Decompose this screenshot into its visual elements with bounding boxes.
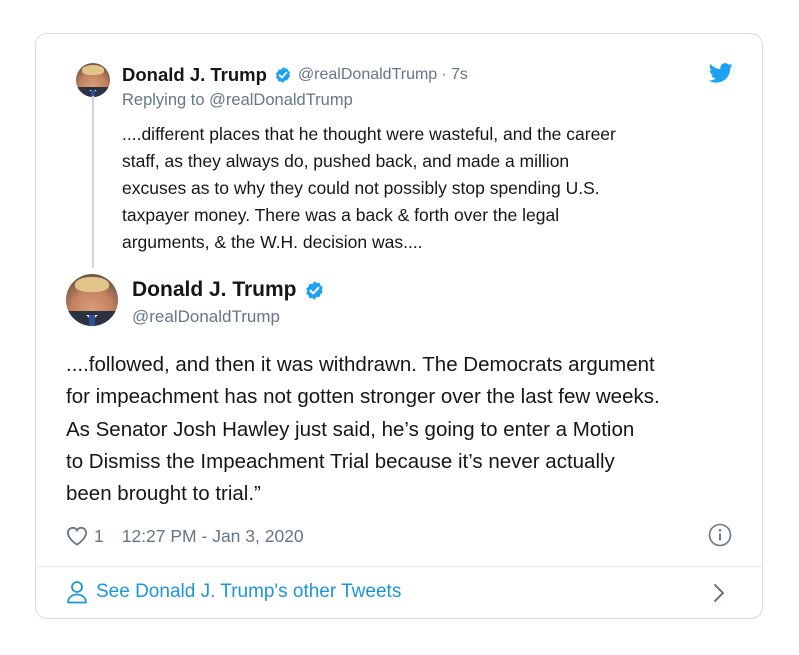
reply-tweet-text: ....different places that he thought wer… xyxy=(122,121,722,256)
verified-badge-icon xyxy=(304,280,325,301)
see-other-tweets-label[interactable]: See Donald J. Trump's other Tweets xyxy=(96,581,401,603)
main-tweet-text: ....followed, and then it was withdrawn.… xyxy=(66,349,756,510)
person-icon xyxy=(66,580,88,604)
replying-to-handle[interactable]: @realDonaldTrump xyxy=(209,91,353,109)
heart-icon[interactable] xyxy=(66,526,88,546)
reply-text-line: excuses as to why they could not possibl… xyxy=(122,178,600,198)
reply-text-line: arguments, & the W.H. decision was.... xyxy=(122,232,423,252)
info-icon[interactable] xyxy=(708,523,732,547)
chevron-right-icon[interactable] xyxy=(712,582,726,604)
replying-to-line: Replying to @realDonaldTrump xyxy=(122,91,353,110)
replying-to-prefix: Replying to xyxy=(122,91,205,109)
like-button[interactable]: 1 xyxy=(66,526,104,547)
reply-text-line: ....different places that he thought wer… xyxy=(122,124,616,144)
main-author-name[interactable]: Donald J. Trump xyxy=(132,278,297,302)
verified-badge-icon xyxy=(274,66,292,84)
main-text-line: for impeachment has not gotten stronger … xyxy=(66,385,660,409)
footer-divider xyxy=(36,566,762,567)
thread-connector-line xyxy=(92,96,94,268)
reply-author-avatar[interactable] xyxy=(76,63,110,97)
tweet-meta-row: 1 12:27 PM - Jan 3, 2020 xyxy=(66,524,304,548)
main-tweet-author: Donald J. Trump @realDonaldTrump xyxy=(132,277,325,327)
twitter-bird-icon[interactable] xyxy=(708,63,733,83)
main-author-handle[interactable]: @realDonaldTrump xyxy=(132,307,325,327)
main-text-line: As Senator Josh Hawley just said, he’s g… xyxy=(66,417,635,441)
main-text-line: ....followed, and then it was withdrawn.… xyxy=(66,353,655,376)
reply-time-ago[interactable]: · 7s xyxy=(441,66,468,84)
main-text-line: been brought to trial.” xyxy=(66,482,261,506)
main-text-line: to Dismiss the Impeachment Trial because… xyxy=(66,449,615,473)
main-author-avatar[interactable] xyxy=(66,274,118,326)
reply-author-handle[interactable]: @realDonaldTrump xyxy=(298,66,437,84)
like-count: 1 xyxy=(94,525,104,546)
reply-author-name[interactable]: Donald J. Trump xyxy=(122,64,267,86)
tweet-timestamp[interactable]: 12:27 PM - Jan 3, 2020 xyxy=(122,526,304,547)
see-other-tweets-link[interactable]: See Donald J. Trump's other Tweets xyxy=(66,580,401,604)
reply-text-line: taxpayer money. There was a back & forth… xyxy=(122,205,560,225)
reply-text-line: staff, as they always do, pushed back, a… xyxy=(122,151,570,171)
reply-tweet-header: Donald J. Trump @realDonaldTrump · 7s xyxy=(122,63,468,87)
